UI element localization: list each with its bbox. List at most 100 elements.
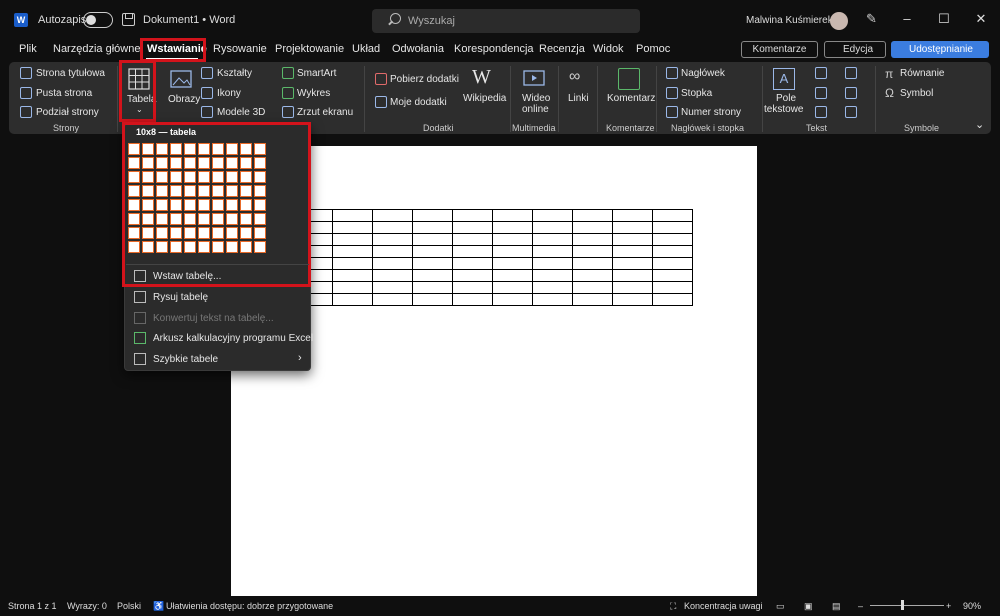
- table-cell[interactable]: [452, 293, 493, 306]
- table-cell[interactable]: [652, 269, 693, 282]
- table-cell[interactable]: [492, 269, 533, 282]
- blank-page-button[interactable]: Pusta strona: [36, 88, 92, 99]
- table-cell[interactable]: [612, 245, 653, 258]
- autosave-toggle[interactable]: [83, 12, 113, 28]
- table-cell[interactable]: [372, 221, 413, 234]
- save-icon[interactable]: [122, 13, 135, 26]
- table-cell[interactable]: [572, 257, 613, 270]
- table-cell[interactable]: [412, 257, 453, 270]
- signature-line-icon[interactable]: [845, 67, 857, 79]
- table-cell[interactable]: [612, 293, 653, 306]
- wordart-icon[interactable]: [815, 87, 827, 99]
- zoom-out-icon[interactable]: –: [858, 601, 863, 611]
- table-cell[interactable]: [412, 293, 453, 306]
- collapse-ribbon-icon[interactable]: ⌄: [975, 118, 984, 131]
- table-cell[interactable]: [532, 281, 573, 294]
- table-cell[interactable]: [572, 233, 613, 246]
- object-icon[interactable]: [845, 106, 857, 118]
- share-button[interactable]: Udostępnianie: [891, 41, 989, 58]
- page-number-button[interactable]: Numer strony: [681, 107, 741, 118]
- table-cell[interactable]: [372, 245, 413, 258]
- edit-mode-button[interactable]: Edycja: [824, 41, 886, 58]
- table-cell[interactable]: [612, 233, 653, 246]
- table-cell[interactable]: [332, 221, 373, 234]
- minimize-icon[interactable]: –: [898, 11, 916, 26]
- pictures-button[interactable]: Obrazy: [168, 94, 200, 105]
- table-cell[interactable]: [532, 293, 573, 306]
- table-cell[interactable]: [452, 245, 493, 258]
- smartart-button[interactable]: SmartArt: [297, 68, 336, 79]
- tab-korespondencja[interactable]: Korespondencja: [454, 43, 534, 55]
- tab-widok[interactable]: Widok: [593, 43, 624, 55]
- icons-button[interactable]: Ikony: [217, 88, 241, 99]
- table-cell[interactable]: [412, 209, 453, 222]
- table-cell[interactable]: [452, 233, 493, 246]
- table-cell[interactable]: [532, 209, 573, 222]
- my-addins-button[interactable]: Moje dodatki: [390, 97, 447, 108]
- status-page[interactable]: Strona 1 z 1: [8, 601, 57, 611]
- table-cell[interactable]: [572, 293, 613, 306]
- table-cell[interactable]: [412, 233, 453, 246]
- header-button[interactable]: Nagłówek: [681, 68, 725, 79]
- menu-item-excel-spreadsheet[interactable]: Arkusz kalkulacyjny programu Excel: [153, 333, 313, 344]
- footer-button[interactable]: Stopka: [681, 88, 712, 99]
- status-words[interactable]: Wyrazy: 0: [67, 601, 107, 611]
- zoom-in-icon[interactable]: +: [946, 601, 951, 611]
- menu-item-insert-table[interactable]: Wstaw tabelę...: [153, 271, 221, 282]
- tab-uklad[interactable]: Układ: [352, 43, 380, 55]
- tab-odwolania[interactable]: Odwołania: [392, 43, 444, 55]
- tab-recenzja[interactable]: Recenzja: [539, 43, 585, 55]
- get-addins-button[interactable]: Pobierz dodatki: [390, 74, 459, 85]
- chart-button[interactable]: Wykres: [297, 88, 330, 99]
- zoom-slider-thumb[interactable]: [901, 600, 904, 610]
- search-placeholder[interactable]: Wyszukaj: [408, 15, 455, 27]
- menu-item-quick-tables[interactable]: Szybkie tabele: [153, 354, 218, 365]
- online-video-button[interactable]: Wideo: [522, 93, 550, 104]
- table-cell[interactable]: [372, 233, 413, 246]
- table-cell[interactable]: [372, 257, 413, 270]
- status-focus[interactable]: Koncentracja uwagi: [684, 601, 763, 611]
- table-cell[interactable]: [372, 281, 413, 294]
- table-cell[interactable]: [492, 245, 533, 258]
- equation-button[interactable]: Równanie: [900, 68, 944, 79]
- table-cell[interactable]: [372, 293, 413, 306]
- table-cell[interactable]: [332, 233, 373, 246]
- pen-icon[interactable]: ✎: [866, 11, 877, 27]
- table-cell[interactable]: [652, 245, 693, 258]
- table-cell[interactable]: [332, 269, 373, 282]
- menu-item-draw-table[interactable]: Rysuj tabelę: [153, 292, 208, 303]
- table-cell[interactable]: [532, 269, 573, 282]
- table-cell[interactable]: [332, 209, 373, 222]
- table-cell[interactable]: [572, 221, 613, 234]
- table-cell[interactable]: [412, 281, 453, 294]
- table-cell[interactable]: [572, 209, 613, 222]
- date-time-icon[interactable]: [845, 87, 857, 99]
- table-cell[interactable]: [612, 257, 653, 270]
- links-button[interactable]: Linki: [568, 93, 589, 104]
- screenshot-button[interactable]: Zrzut ekranu: [297, 107, 353, 118]
- tab-pomoc[interactable]: Pomoc: [636, 43, 670, 55]
- maximize-icon[interactable]: ☐: [935, 11, 953, 27]
- table-cell[interactable]: [532, 257, 573, 270]
- quick-parts-icon[interactable]: [815, 67, 827, 79]
- page-break-button[interactable]: Podział strony: [36, 107, 99, 118]
- avatar[interactable]: [830, 12, 848, 30]
- table-cell[interactable]: [532, 233, 573, 246]
- tab-projektowanie[interactable]: Projektowanie: [275, 43, 344, 55]
- zoom-level[interactable]: 90%: [963, 601, 981, 611]
- table-cell[interactable]: [612, 221, 653, 234]
- table-cell[interactable]: [492, 233, 533, 246]
- table-cell[interactable]: [452, 257, 493, 270]
- user-name[interactable]: Malwina Kuśmierek: [746, 15, 833, 26]
- table-cell[interactable]: [372, 269, 413, 282]
- table-cell[interactable]: [492, 209, 533, 222]
- textbox-button[interactable]: Pole: [776, 93, 796, 104]
- table-cell[interactable]: [412, 269, 453, 282]
- close-icon[interactable]: ✕: [972, 11, 990, 27]
- read-mode-icon[interactable]: ▭: [776, 601, 785, 612]
- table-cell[interactable]: [532, 221, 573, 234]
- table-cell[interactable]: [572, 269, 613, 282]
- table-cell[interactable]: [332, 281, 373, 294]
- table-cell[interactable]: [412, 221, 453, 234]
- table-cell[interactable]: [412, 245, 453, 258]
